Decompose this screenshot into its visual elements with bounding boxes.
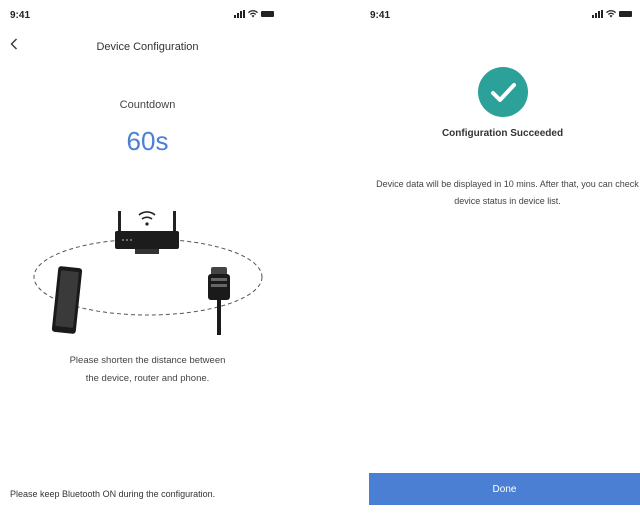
- phone-icon: [51, 266, 83, 334]
- countdown-label: Countdown: [119, 99, 176, 111]
- distance-hint: Please shorten the distance between the …: [69, 355, 226, 384]
- success-description: Device data will be displayed in 10 mins…: [376, 179, 639, 206]
- status-time: 9:41: [370, 10, 391, 21]
- countdown-value: 60s: [126, 126, 169, 156]
- signal-icon: [592, 10, 603, 18]
- status-icons: [234, 10, 274, 18]
- configuration-success-screen: 9:41 Configuration Succeeded Device data…: [345, 0, 640, 525]
- wifi-status-icon: [248, 10, 258, 18]
- bluetooth-note: Please keep Bluetooth ON during the conf…: [10, 489, 216, 499]
- device-configuration-screen: 9:41 Device Configuration Countdown 60s: [0, 0, 295, 525]
- battery-icon: [619, 11, 632, 17]
- done-button[interactable]: Done: [369, 473, 640, 505]
- connection-illustration: [33, 211, 263, 335]
- status-icons: [592, 10, 632, 18]
- wifi-status-icon: [606, 10, 616, 18]
- signal-icon: [234, 10, 245, 18]
- success-title: Configuration Succeeded: [441, 128, 564, 139]
- check-circle-icon: [478, 67, 528, 117]
- page-title: Device Configuration: [96, 41, 199, 53]
- wifi-icon: [138, 211, 156, 226]
- sensor-device-icon: [208, 267, 230, 335]
- status-time: 9:41: [10, 10, 31, 21]
- battery-icon: [261, 11, 274, 17]
